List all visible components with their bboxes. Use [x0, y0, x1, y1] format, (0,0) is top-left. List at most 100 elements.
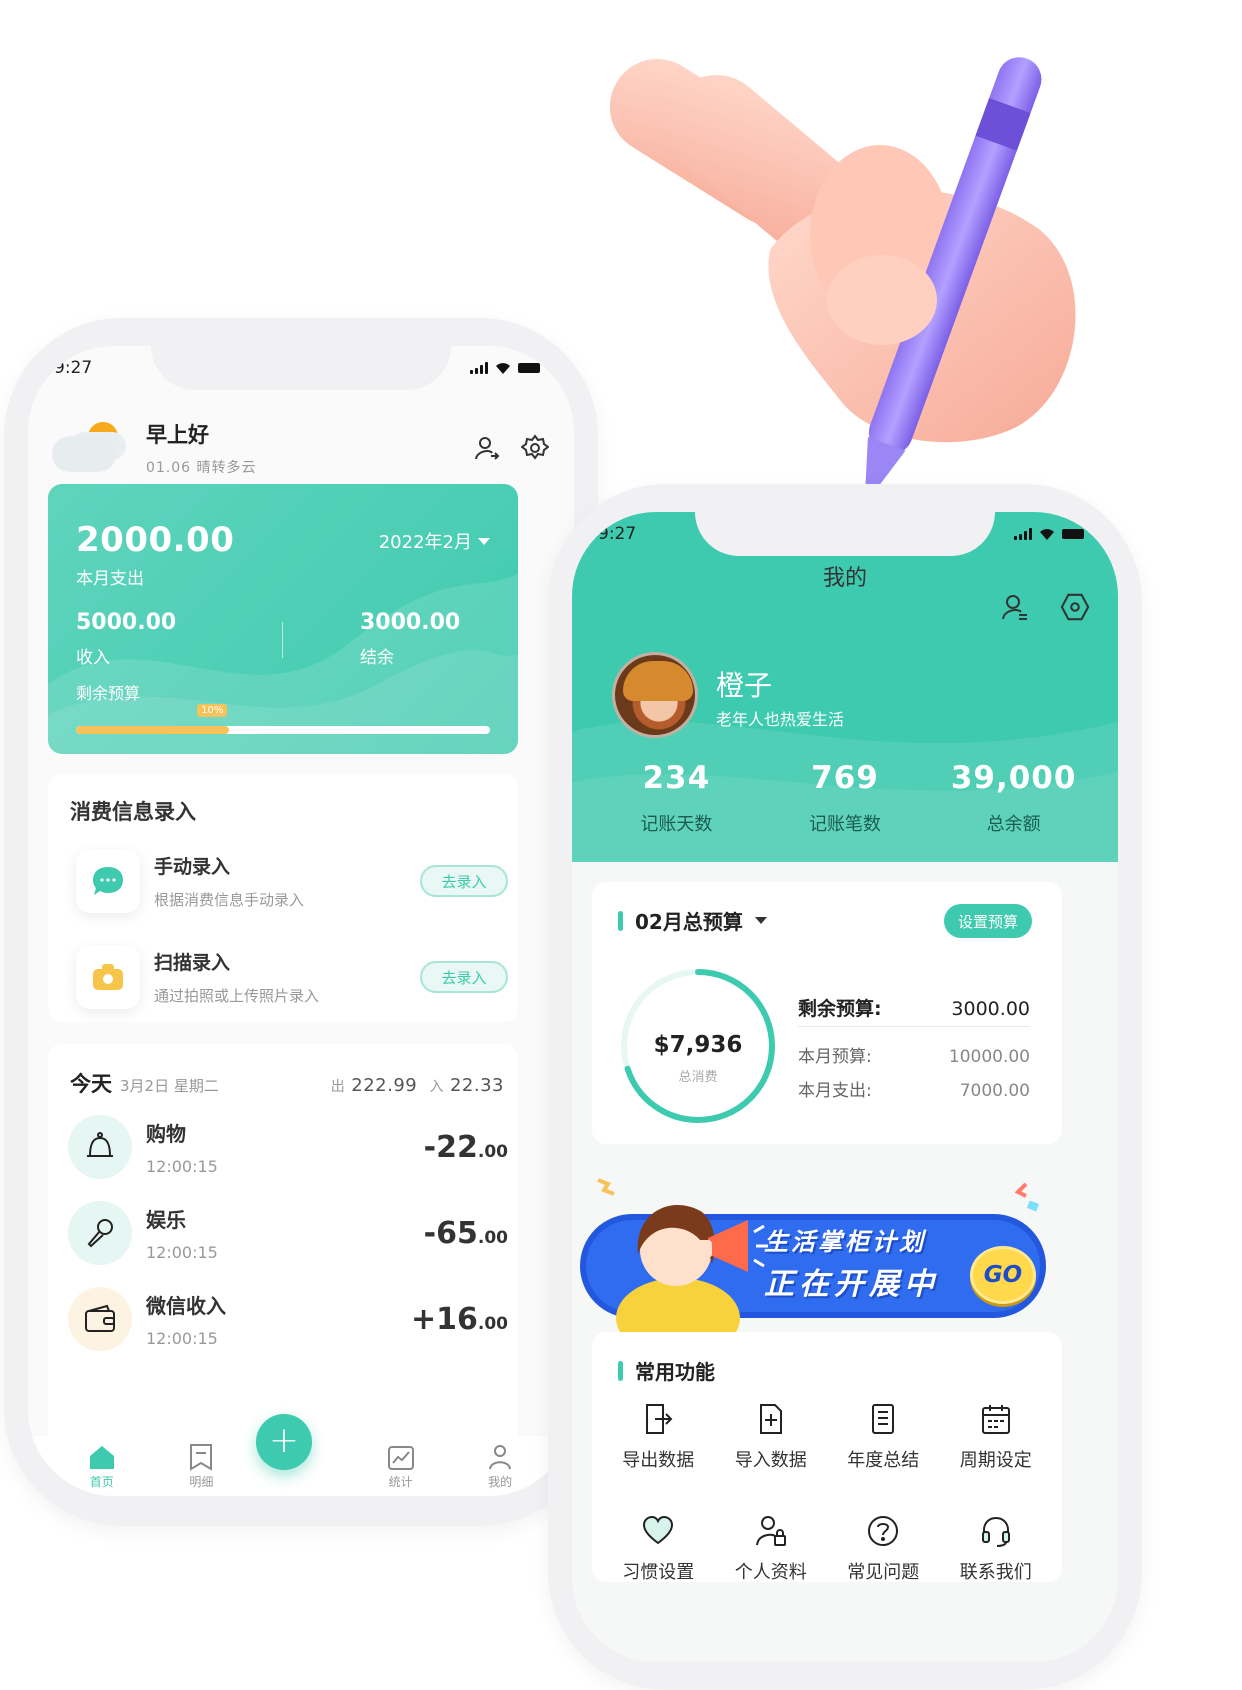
- tx-time: 12:00:15: [146, 1157, 218, 1176]
- list-item[interactable]: 扫描录入 通过拍照或上传照片录入 去录入: [76, 942, 508, 1012]
- month-budget-row: 本月预算: 10000.00: [798, 1042, 1030, 1067]
- month-spend-label: 本月支出: [76, 569, 144, 589]
- hexagon-settings-icon[interactable]: [1060, 592, 1090, 622]
- func-import[interactable]: 导入数据: [715, 1402, 828, 1472]
- budget-card: 02月总预算 设置预算 $7,936 总消费 剩余预算: 3000.00 本月预…: [592, 882, 1062, 1144]
- avatar[interactable]: [612, 652, 698, 738]
- func-annual-summary[interactable]: 年度总结: [827, 1402, 940, 1472]
- month-spend-amount: 2000.00: [76, 520, 235, 560]
- user-switch-icon[interactable]: [472, 433, 502, 463]
- tab-me[interactable]: 我的: [465, 1443, 535, 1490]
- func-habit-setting[interactable]: 习惯设置: [602, 1514, 715, 1584]
- functions-title-label: 常用功能: [635, 1360, 715, 1384]
- monthly-summary-card: 2000.00 本月支出 2022年2月 5000.00 收入 3000.00 …: [48, 484, 518, 754]
- phone-home: 9:27 早上好 01.06 晴转多云 2000.00 本月支出 2022年2月…: [4, 318, 598, 1526]
- tx-name: 娱乐: [146, 1208, 186, 1232]
- remaining-budget-row: 剩余预算: 3000.00: [798, 994, 1030, 1021]
- month-budget-label: 本月预算:: [798, 1047, 872, 1067]
- remaining-budget-label: 剩余预算: [76, 684, 141, 703]
- func-label: 常见问题: [847, 1562, 920, 1583]
- greeting-header: 早上好 01.06 晴转多云: [52, 408, 550, 488]
- promo-go-button[interactable]: GO: [970, 1246, 1036, 1304]
- func-label: 联系我们: [959, 1562, 1032, 1583]
- add-record-button[interactable]: +: [256, 1414, 312, 1470]
- entry-desc: 通过拍照或上传照片录入: [154, 987, 320, 1005]
- func-label: 个人资料: [734, 1562, 807, 1583]
- month-spend-row: 本月支出: 7000.00: [798, 1076, 1030, 1101]
- stat-label: 记账天数: [640, 814, 713, 835]
- go-entry-button[interactable]: 去录入: [420, 865, 508, 897]
- home-screen: 9:27 早上好 01.06 晴转多云 2000.00 本月支出 2022年2月…: [28, 346, 574, 1496]
- today-label: 今天: [70, 1072, 112, 1096]
- func-label: 导出数据: [622, 1450, 695, 1471]
- balance-label: 结余: [360, 648, 394, 668]
- table-row[interactable]: 娱乐 12:00:15 -65.00: [68, 1198, 508, 1268]
- settings-icon[interactable]: [520, 433, 550, 463]
- func-label: 习惯设置: [622, 1562, 695, 1583]
- balance-value: 3000.00: [360, 610, 461, 635]
- profile-header: 我的 橙子 老年人也热爱生活 234 记账天数 769 记账笔数 39,000 …: [572, 512, 1118, 862]
- promo-text: 生活掌柜计划 正在开展中: [764, 1222, 939, 1303]
- func-cycle-setting[interactable]: 周期设定: [940, 1402, 1053, 1472]
- budget-title[interactable]: 02月总预算: [618, 906, 767, 935]
- phone-profile: 我的 橙子 老年人也热爱生活 234 记账天数 769 记账笔数 39,000 …: [548, 484, 1142, 1690]
- divider: [798, 1026, 1030, 1027]
- title-accent-bar: [618, 1360, 623, 1381]
- weather-icon: [52, 418, 128, 478]
- month-selector[interactable]: 2022年2月: [379, 528, 490, 554]
- import-icon: [759, 1404, 782, 1434]
- tx-name: 购物: [146, 1122, 186, 1146]
- profile-screen: 我的 橙子 老年人也热爱生活 234 记账天数 769 记账笔数 39,000 …: [572, 512, 1118, 1662]
- stat-label: 总余额: [986, 814, 1041, 835]
- promo-line-2: 正在开展中: [764, 1267, 939, 1302]
- func-label: 导入数据: [734, 1450, 807, 1471]
- functions-grid: 导出数据 导入数据 年度总结 周期设定 习惯设置 个人资料 常见问题 联系我们: [602, 1402, 1052, 1584]
- chevron-down-icon: [478, 537, 490, 545]
- stat-balance: 39,000 总余额: [939, 760, 1089, 836]
- transactions-card: 今天 3月2日 星期二 出 222.99 入 22.33 购物 12:00:15 -…: [48, 1044, 518, 1464]
- list-item[interactable]: 手动录入 根据消费信息手动录入 去录入: [76, 846, 508, 916]
- status-bar: 9:27: [572, 512, 1118, 556]
- func-label: 周期设定: [959, 1450, 1032, 1471]
- wallet-icon: [68, 1287, 132, 1351]
- signal-icon: [470, 362, 488, 374]
- tx-name: 微信收入: [146, 1294, 226, 1318]
- tx-amount: +16.00: [411, 1302, 508, 1337]
- user-lock-icon: [755, 1516, 786, 1546]
- go-entry-button[interactable]: 去录入: [420, 961, 508, 993]
- tab-label: 明细: [189, 1475, 214, 1489]
- tab-details[interactable]: 明细: [166, 1443, 236, 1490]
- out-value: 222.99: [351, 1075, 418, 1096]
- tx-amount-dec: .00: [477, 1227, 508, 1248]
- remaining-label: 剩余预算:: [798, 998, 882, 1020]
- headset-icon: [981, 1516, 1010, 1547]
- total-spend-label: 总消费: [678, 1070, 718, 1085]
- func-profile[interactable]: 个人资料: [715, 1514, 828, 1584]
- tab-stats[interactable]: 统计: [366, 1443, 436, 1490]
- export-icon: [646, 1404, 673, 1434]
- progress-badge: 10%: [197, 704, 228, 717]
- table-row[interactable]: 微信收入 12:00:15 +16.00: [68, 1284, 508, 1354]
- tx-amount-int: -65: [423, 1215, 478, 1251]
- func-export[interactable]: 导出数据: [602, 1402, 715, 1472]
- set-budget-button[interactable]: 设置预算: [943, 904, 1032, 938]
- tx-amount-int: +16: [410, 1301, 478, 1337]
- promo-banner[interactable]: 生活掌柜计划 正在开展中 GO: [578, 1168, 1048, 1358]
- entry-name: 扫描录入: [154, 952, 231, 974]
- title-accent-bar: [618, 910, 623, 931]
- func-contact[interactable]: 联系我们: [940, 1514, 1053, 1584]
- table-row[interactable]: 购物 12:00:15 -22.00: [68, 1112, 508, 1182]
- greeting-title: 早上好: [146, 423, 209, 447]
- balance-stat: 3000.00 结余: [360, 610, 460, 668]
- func-faq[interactable]: 常见问题: [827, 1514, 940, 1584]
- profile-stats: 234 记账天数 769 记账笔数 39,000 总余额: [572, 760, 1118, 836]
- income-label: 收入: [76, 648, 110, 668]
- month-budget-value: 10000.00: [948, 1047, 1030, 1067]
- user-switch-icon[interactable]: [1000, 592, 1030, 622]
- question-icon: [868, 1516, 899, 1546]
- income-value: 5000.00: [76, 610, 177, 635]
- tab-home[interactable]: 首页: [67, 1443, 137, 1490]
- stat-value: 39,000: [950, 760, 1077, 796]
- microphone-icon: [68, 1201, 132, 1265]
- month-selector-label: 2022年2月: [378, 532, 472, 553]
